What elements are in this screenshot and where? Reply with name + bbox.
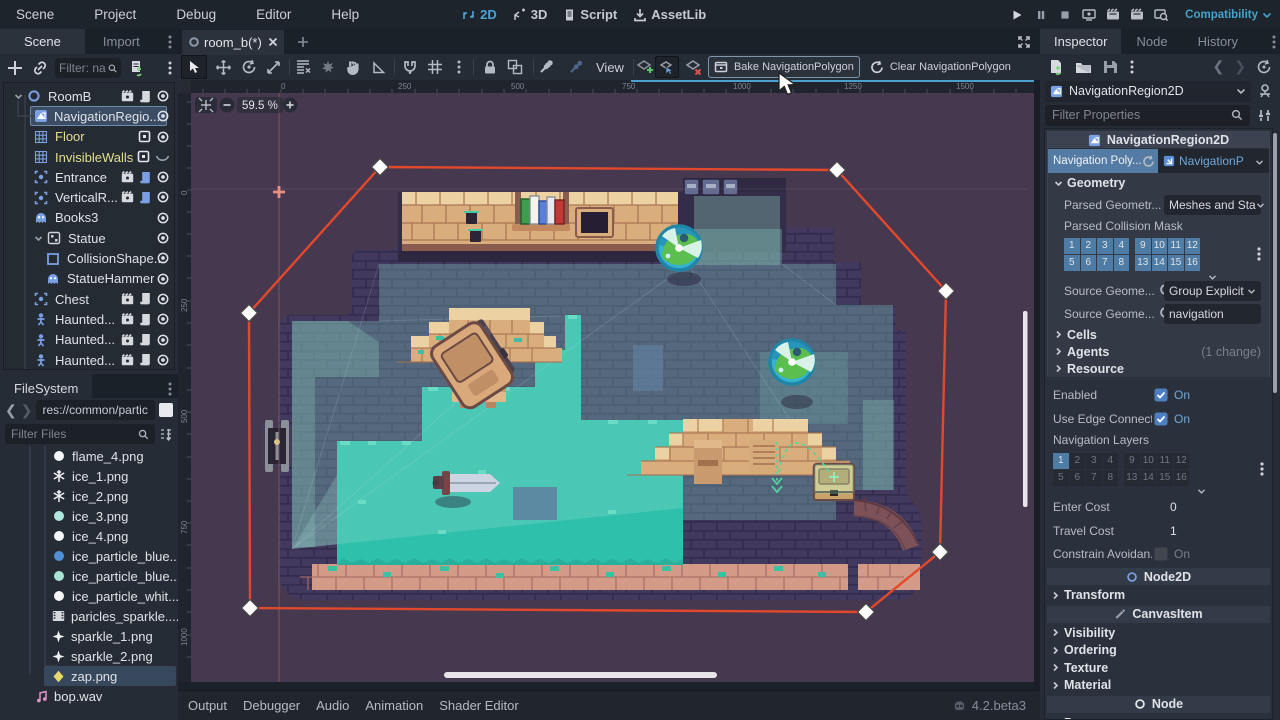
- svg-text:500: 500: [180, 409, 189, 423]
- svg-text:1000: 1000: [180, 628, 189, 646]
- svg-text:750: 750: [622, 82, 636, 91]
- svg-text:0: 0: [180, 190, 189, 195]
- svg-text:750: 750: [180, 520, 189, 534]
- svg-text:0: 0: [281, 82, 286, 91]
- svg-text:500: 500: [511, 82, 525, 91]
- svg-text:250: 250: [180, 298, 189, 312]
- svg-text:250: 250: [398, 82, 412, 91]
- svg-text:59.5 %: 59.5 %: [242, 100, 278, 112]
